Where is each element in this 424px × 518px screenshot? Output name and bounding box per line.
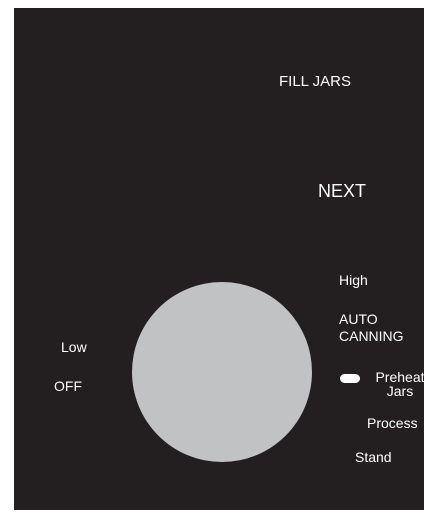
setting-auto-canning-label: AUTO CANNING <box>339 311 404 344</box>
control-panel: FILL JARS NEXT High AUTO CANNING Low OFF… <box>14 8 424 510</box>
control-knob[interactable] <box>132 282 312 462</box>
setting-process-label: Process <box>367 415 418 431</box>
setting-off-label: OFF <box>54 378 82 394</box>
fill-jars-label: FILL JARS <box>279 73 351 90</box>
setting-low-label: Low <box>61 339 87 355</box>
setting-stand-label: Stand <box>355 449 392 465</box>
knob-position-indicator <box>340 374 360 383</box>
next-label: NEXT <box>318 181 367 201</box>
setting-preheat-jars-label: Preheat Jars <box>375 369 424 399</box>
screen: FILL JARS NEXT High AUTO CANNING Low OFF… <box>0 0 424 518</box>
setting-high-label: High <box>339 272 368 288</box>
